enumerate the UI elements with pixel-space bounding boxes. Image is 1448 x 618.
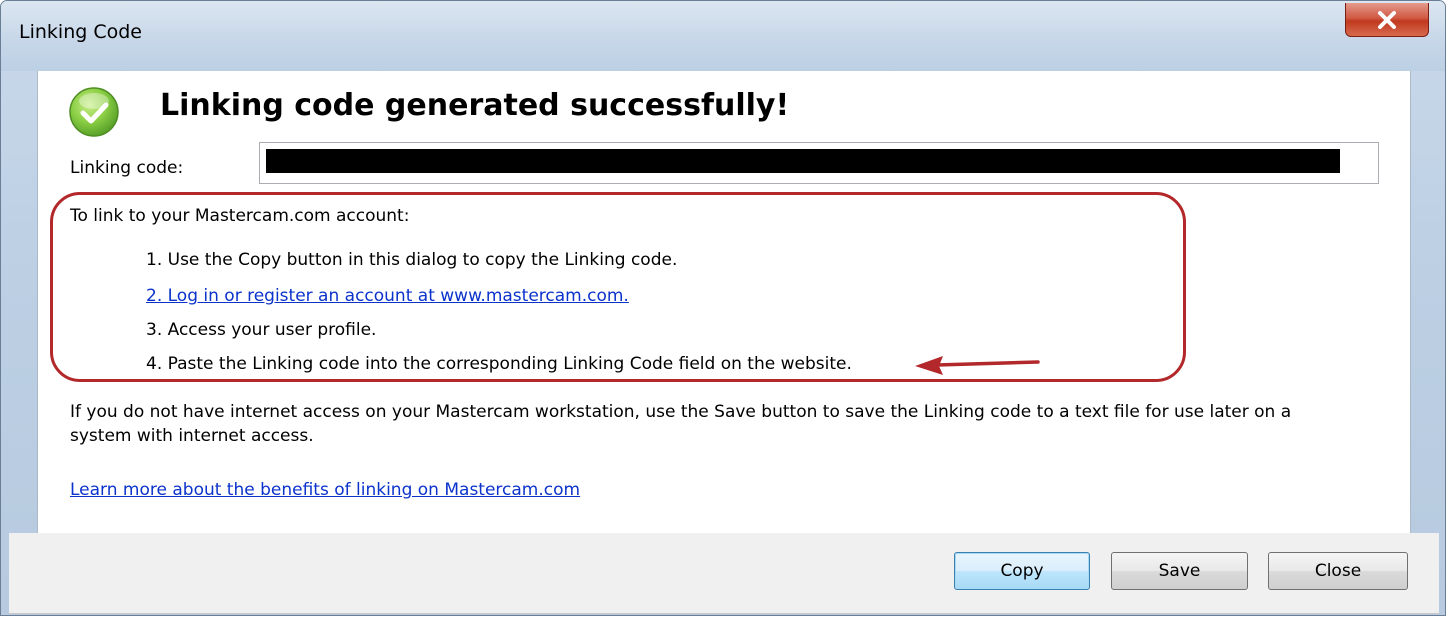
close-button[interactable]: Close [1268, 552, 1408, 590]
success-headline: Linking code generated successfully! [160, 88, 790, 123]
learn-more-link[interactable]: Learn more about the benefits of linking… [70, 480, 580, 500]
offline-note: If you do not have internet access on yo… [70, 402, 1292, 446]
checkmark-success-icon [69, 87, 119, 137]
close-window-button[interactable] [1345, 3, 1429, 37]
title-bar[interactable]: Linking Code [1, 1, 1445, 71]
copy-button[interactable]: Copy [954, 552, 1090, 590]
close-x-icon [1378, 10, 1396, 29]
step-login-link[interactable]: 2. Log in or register an account at www.… [146, 286, 629, 306]
instructions-intro: To link to your Mastercam.com account: [70, 206, 410, 226]
redacted-linking-code [266, 149, 1340, 173]
window-title: Linking Code [19, 21, 142, 43]
step-profile: 3. Access your user profile. [146, 320, 377, 340]
save-button[interactable]: Save [1111, 552, 1248, 590]
step-paste: 4. Paste the Linking code into the corre… [146, 354, 852, 374]
step-copy: 1. Use the Copy button in this dialog to… [146, 250, 678, 270]
linking-code-field[interactable] [259, 142, 1379, 184]
annotation-arrow-icon [915, 356, 1040, 375]
linking-code-label: Linking code: [70, 158, 184, 178]
